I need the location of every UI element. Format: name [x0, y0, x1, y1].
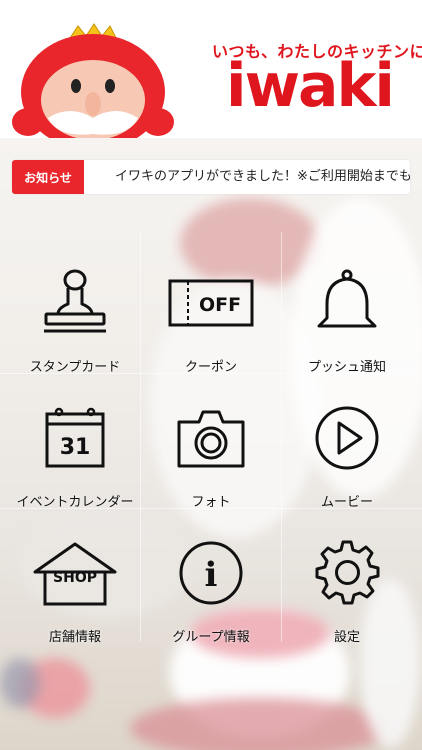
notice-badge: お知らせ	[12, 160, 84, 194]
bell-icon	[317, 269, 377, 328]
info-icon: i	[179, 541, 243, 605]
menu-push-notification[interactable]: プッシュ通知	[277, 240, 417, 375]
notice-bar[interactable]: お知らせ イワキのアプリができました！※ご利用開始までも	[12, 160, 410, 194]
calendar-day-text: 31	[60, 435, 91, 460]
menu-grid: スタンプカード OFF クーポン プッシュ通知 31 イベントカレンダー フォト…	[0, 240, 422, 645]
app-header: いつも、わたしのキッチンに iwaki	[0, 0, 422, 138]
menu-movie[interactable]: ムービー	[277, 375, 417, 510]
menu-label: ムービー	[320, 495, 373, 510]
menu-label: 設定	[333, 630, 360, 645]
shop-sign-text: SHOP	[53, 570, 97, 586]
menu-group-info[interactable]: i グループ情報	[141, 510, 281, 645]
menu-label: グループ情報	[172, 630, 250, 645]
iwaki-logo: iwaki	[226, 51, 395, 121]
menu-settings[interactable]: 設定	[277, 510, 417, 645]
shop-icon: SHOP	[33, 542, 117, 606]
menu-label: プッシュ通知	[307, 360, 386, 375]
menu-event-calendar[interactable]: 31 イベントカレンダー	[5, 375, 145, 510]
stamp-icon	[44, 269, 106, 333]
coupon-off-text: OFF	[199, 294, 241, 316]
calendar-icon: 31	[45, 407, 105, 468]
menu-shop-info[interactable]: SHOP 店舗情報	[5, 510, 145, 645]
gear-icon	[315, 540, 380, 605]
menu-label: クーポン	[184, 360, 237, 375]
menu-label: イベントカレンダー	[16, 495, 134, 510]
menu-photo[interactable]: フォト	[141, 375, 281, 510]
coupon-icon: OFF	[168, 279, 254, 327]
info-glyph-text: i	[205, 555, 218, 595]
menu-label: スタンプカード	[29, 360, 121, 375]
camera-icon	[177, 410, 245, 468]
mascot-image	[12, 23, 174, 138]
play-icon	[315, 406, 379, 470]
menu-coupon[interactable]: OFF クーポン	[141, 240, 281, 375]
menu-label: フォト	[191, 495, 231, 510]
menu-stamp-card[interactable]: スタンプカード	[5, 240, 145, 375]
notice-ticker-text: イワキのアプリができました！※ご利用開始までも	[115, 169, 410, 184]
menu-label: 店舗情報	[48, 630, 101, 645]
